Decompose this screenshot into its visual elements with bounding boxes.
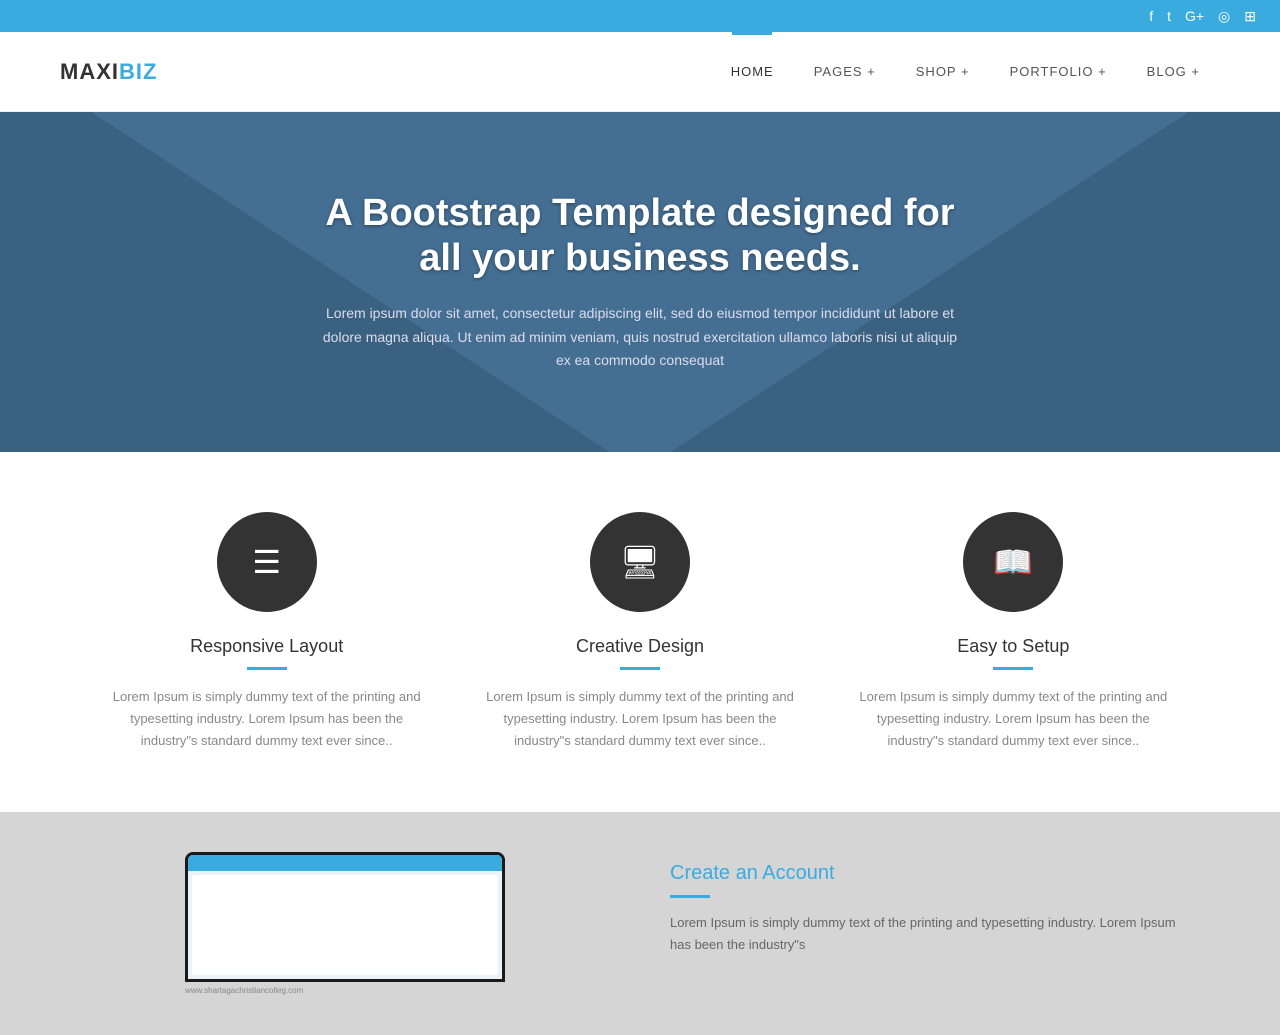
bottom-text-block: Create an Account Lorem Ipsum is simply … bbox=[670, 852, 1200, 956]
logo-maxi: MAXI bbox=[60, 59, 119, 84]
googleplus-icon[interactable]: G+ bbox=[1185, 8, 1204, 24]
twitter-icon[interactable]: t bbox=[1167, 8, 1171, 24]
url-label: www.shartagachristiancolleg.com bbox=[185, 986, 505, 995]
dribbble-icon[interactable]: ◎ bbox=[1218, 8, 1230, 25]
feature-creative-text: Lorem Ipsum is simply dummy text of the … bbox=[483, 686, 796, 752]
hamburger-icon: ☰ bbox=[252, 543, 281, 581]
nav-blog[interactable]: BLOG + bbox=[1127, 32, 1220, 112]
logo[interactable]: MAXIBIZ bbox=[60, 59, 157, 85]
feature-responsive: ☰ Responsive Layout Lorem Ipsum is simpl… bbox=[80, 512, 453, 752]
device-screen bbox=[188, 855, 502, 979]
book-icon: 📖 bbox=[993, 543, 1033, 581]
header: MAXIBIZ HOME PAGES + SHOP + PORTFOLIO + … bbox=[0, 32, 1280, 112]
device-screen-content bbox=[192, 875, 498, 975]
nav-shop[interactable]: SHOP + bbox=[896, 32, 990, 112]
features-section: ☰ Responsive Layout Lorem Ipsum is simpl… bbox=[0, 452, 1280, 812]
setup-icon-circle: 📖 bbox=[963, 512, 1063, 612]
responsive-icon-circle: ☰ bbox=[217, 512, 317, 612]
logo-biz: BIZ bbox=[119, 59, 157, 84]
nav-pages[interactable]: PAGES + bbox=[794, 32, 896, 112]
creative-icon-circle: 🖥 bbox=[590, 512, 690, 612]
nav-home[interactable]: HOME bbox=[711, 32, 794, 112]
hero-title: A Bootstrap Template designed forall you… bbox=[320, 191, 960, 282]
device-mockup bbox=[185, 852, 505, 982]
hero-content: A Bootstrap Template designed forall you… bbox=[320, 191, 960, 374]
feature-setup: 📖 Easy to Setup Lorem Ipsum is simply du… bbox=[827, 512, 1200, 752]
top-bar: f t G+ ◎ ⊞ bbox=[0, 0, 1280, 32]
bottom-divider bbox=[670, 895, 710, 898]
feature-creative-divider bbox=[620, 667, 660, 670]
feature-responsive-text: Lorem Ipsum is simply dummy text of the … bbox=[110, 686, 423, 752]
hero-section: A Bootstrap Template designed forall you… bbox=[0, 112, 1280, 452]
feature-responsive-title: Responsive Layout bbox=[110, 636, 423, 657]
feature-setup-divider bbox=[993, 667, 1033, 670]
feature-setup-title: Easy to Setup bbox=[857, 636, 1170, 657]
device-screen-topbar bbox=[188, 855, 502, 871]
nav-portfolio[interactable]: PORTFOLIO + bbox=[990, 32, 1127, 112]
feature-creative-title: Creative Design bbox=[483, 636, 796, 657]
facebook-icon[interactable]: f bbox=[1149, 8, 1153, 24]
main-nav: HOME PAGES + SHOP + PORTFOLIO + BLOG + bbox=[711, 32, 1220, 112]
feature-responsive-divider bbox=[247, 667, 287, 670]
feature-setup-text: Lorem Ipsum is simply dummy text of the … bbox=[857, 686, 1170, 752]
bottom-section: www.shartagachristiancolleg.com Create a… bbox=[0, 812, 1280, 1035]
bottom-title: Create an Account bbox=[670, 862, 1200, 885]
feature-creative: 🖥 Creative Design Lorem Ipsum is simply … bbox=[453, 512, 826, 752]
monitor-icon: 🖥 bbox=[620, 543, 661, 581]
hero-subtitle: Lorem ipsum dolor sit amet, consectetur … bbox=[320, 302, 960, 373]
rss-icon[interactable]: ⊞ bbox=[1244, 8, 1256, 25]
bottom-description: Lorem Ipsum is simply dummy text of the … bbox=[670, 912, 1200, 956]
device-mockup-container: www.shartagachristiancolleg.com bbox=[80, 852, 610, 995]
